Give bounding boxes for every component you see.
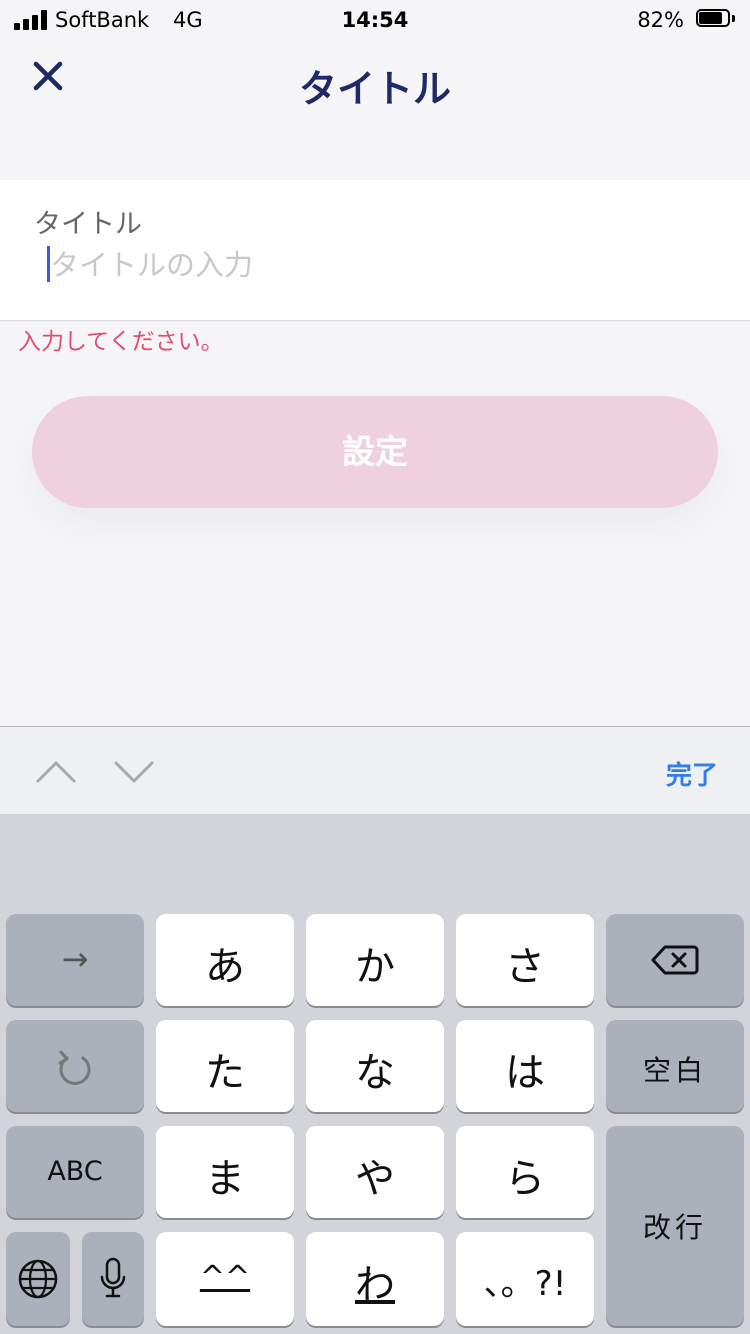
key-return[interactable]: 改行 — [606, 1126, 744, 1326]
globe-icon — [18, 1259, 58, 1299]
key-wa[interactable]: わ — [306, 1232, 444, 1326]
key-label: な — [355, 1050, 395, 1096]
battery-icon — [696, 9, 736, 29]
status-bar: SoftBank 4G 14:54 82% — [0, 0, 750, 40]
key-ta[interactable]: た — [156, 1020, 294, 1112]
text-caret — [47, 246, 50, 282]
key-ma[interactable]: ま — [156, 1126, 294, 1218]
key-backspace[interactable] — [606, 914, 744, 1006]
backspace-icon — [651, 945, 699, 975]
key-punctuation[interactable]: 、。?! — [456, 1232, 594, 1326]
key-emoticon[interactable]: ^^ — [156, 1232, 294, 1326]
microphone-icon — [100, 1257, 126, 1298]
key-abc[interactable]: ABC — [6, 1126, 144, 1218]
key-na[interactable]: な — [306, 1020, 444, 1112]
key-space[interactable]: 空白 — [606, 1020, 744, 1112]
key-microphone[interactable] — [82, 1232, 144, 1326]
key-label: 改行 — [642, 1211, 707, 1244]
undo-icon — [58, 1050, 91, 1085]
title-form: タイトル — [0, 180, 750, 321]
key-ha[interactable]: は — [456, 1020, 594, 1112]
set-button[interactable]: 設定 — [32, 396, 718, 508]
done-button[interactable]: 完了 — [666, 755, 718, 792]
key-a[interactable]: あ — [156, 914, 294, 1006]
key-label: 、。?! — [483, 1264, 567, 1304]
key-ra[interactable]: ら — [456, 1126, 594, 1218]
key-label: た — [205, 1050, 245, 1096]
key-ya[interactable]: や — [306, 1126, 444, 1218]
key-label: ABC — [47, 1156, 103, 1187]
navigation-bar: タイトル — [0, 40, 750, 180]
key-label: や — [355, 1156, 395, 1202]
key-globe[interactable] — [6, 1232, 70, 1326]
key-label: さ — [505, 944, 545, 990]
chevron-down-icon — [114, 761, 154, 783]
key-label: か — [355, 944, 395, 990]
title-field-label: タイトル — [34, 209, 142, 240]
key-label: わ — [355, 1262, 395, 1308]
key-label: あ — [205, 944, 245, 990]
chevron-up-icon — [36, 761, 76, 783]
page-title: タイトル — [298, 67, 451, 111]
japanese-keyboard: → あ か さ た な は 空白 ABC ま や ら 改行 ^^ わ 、。?! — [0, 814, 750, 1334]
key-label: → — [61, 940, 89, 978]
next-field-button[interactable] — [112, 751, 156, 791]
key-ka[interactable]: か — [306, 914, 444, 1006]
key-label: ^^ — [199, 1260, 251, 1295]
previous-field-button[interactable] — [34, 751, 78, 791]
battery-percent: 82% — [637, 8, 684, 32]
key-next-char[interactable]: → — [6, 914, 144, 1006]
title-input[interactable] — [44, 242, 710, 288]
key-label: ら — [505, 1156, 545, 1202]
keyboard-toolbar: 完了 — [0, 726, 750, 815]
key-label: は — [505, 1050, 545, 1096]
key-label: 空白 — [642, 1054, 707, 1087]
error-message: 入力してください。 — [18, 329, 224, 355]
battery-level — [699, 12, 722, 24]
key-label: ま — [205, 1156, 245, 1202]
key-sa[interactable]: さ — [456, 914, 594, 1006]
key-undo[interactable] — [6, 1020, 144, 1112]
